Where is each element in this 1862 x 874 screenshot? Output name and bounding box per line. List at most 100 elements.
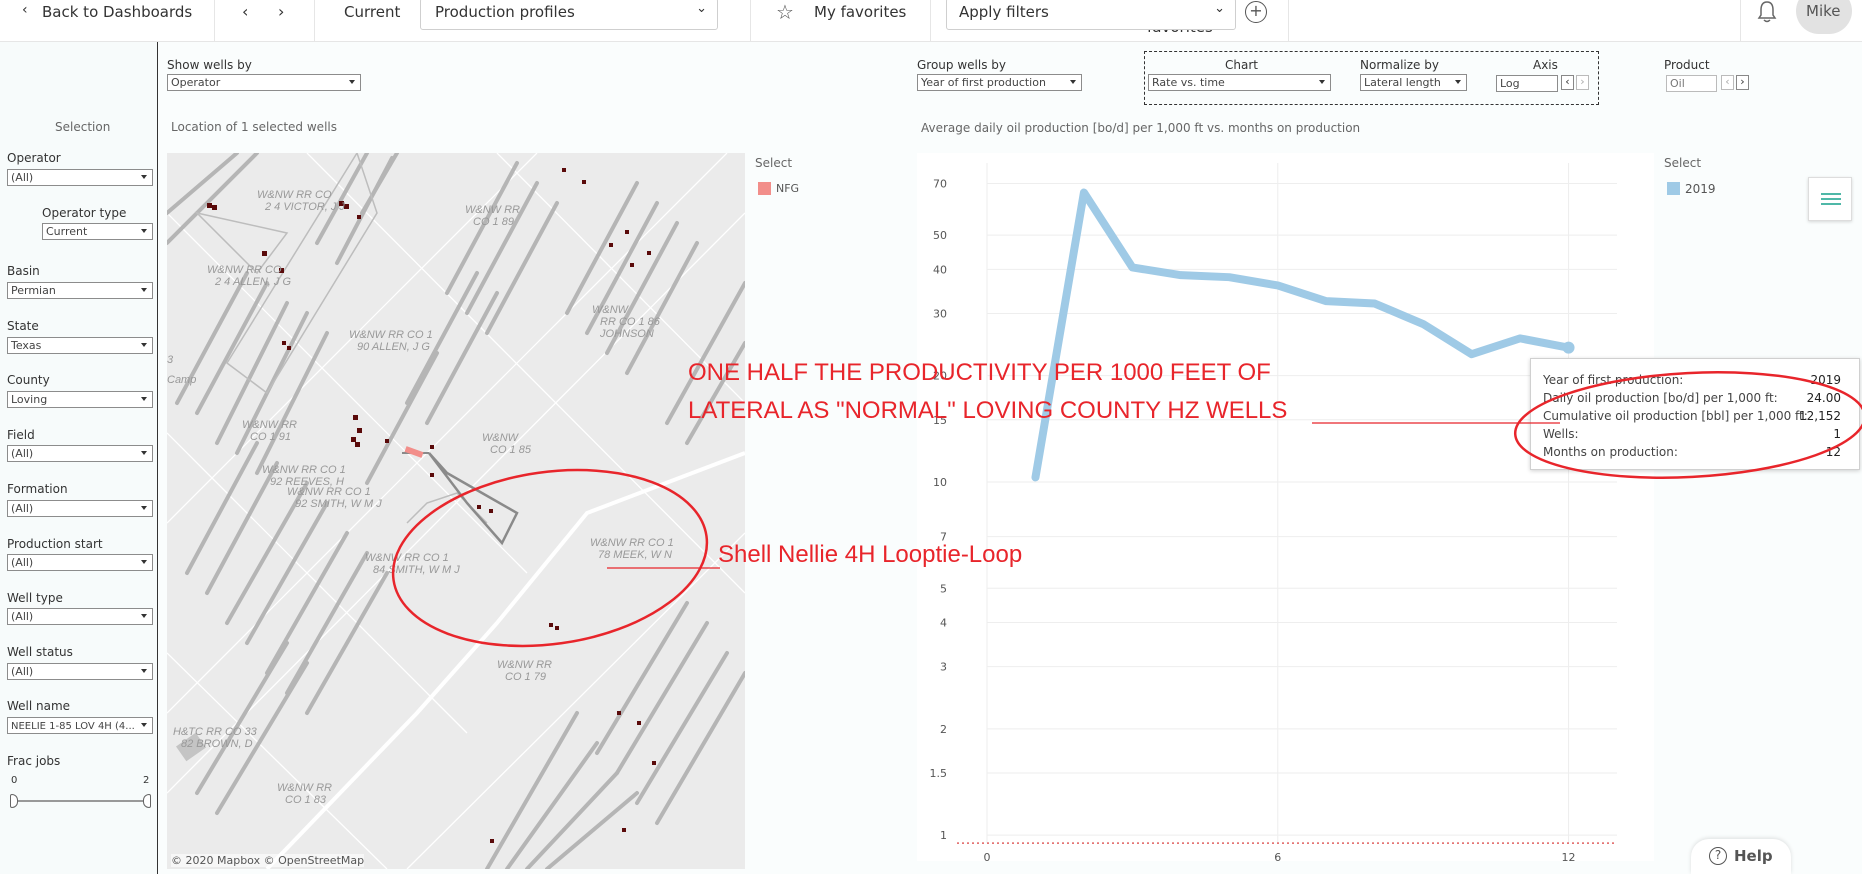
chart-tooltip: Year of first production: 2019 Daily oil … — [1530, 358, 1860, 470]
tooltip-row: Year of first production: 2019 — [1543, 373, 1849, 389]
filter-well-type-select[interactable]: (All) — [7, 608, 153, 625]
next-arrow-icon[interactable]: › — [278, 2, 284, 22]
dropdown-arrow-icon — [141, 397, 147, 401]
filter-label-well-type: Well type — [7, 591, 63, 605]
frac-jobs-label: Frac jobs — [7, 754, 61, 768]
map-survey-label: W&NW RR CO 1 90 ALLEN, J G — [349, 329, 433, 353]
hamburger-icon — [1821, 193, 1841, 205]
tooltip-label: Year of first production: — [1543, 373, 1684, 387]
show-wells-by-select[interactable]: Operator — [167, 74, 361, 91]
axis-prev-button[interactable]: ‹ — [1561, 75, 1574, 90]
tooltip-label: Daily oil production [bo/d] per 1,000 ft… — [1543, 391, 1778, 405]
help-button[interactable]: ? Help — [1691, 839, 1791, 874]
dropdown-arrow-icon — [1319, 80, 1325, 84]
filter-state-select[interactable]: Texas — [7, 337, 153, 354]
normalize-by-select[interactable]: Lateral length — [1360, 74, 1467, 91]
y-tick-label: 1.5 — [930, 767, 948, 780]
filter-label-formation: Formation — [7, 482, 68, 496]
chevron-left-icon: ‹ — [22, 2, 28, 18]
user-avatar[interactable]: Mike — [1796, 0, 1852, 34]
selection-title: Selection — [55, 120, 111, 134]
filter-formation-value: (All) — [11, 502, 34, 515]
filter-field-select[interactable]: (All) — [7, 445, 153, 462]
y-tick-label: 4 — [940, 616, 947, 629]
map-survey-label: W&NW RR CO 1 89 — [465, 204, 520, 228]
dropdown-arrow-icon — [1455, 80, 1461, 84]
add-filter-icon[interactable]: + — [1245, 1, 1267, 23]
map-legend-swatch-nfg[interactable] — [758, 182, 771, 195]
star-icon: ☆ — [776, 0, 794, 24]
axis-next-button[interactable]: › — [1576, 75, 1589, 90]
dropdown-arrow-icon — [141, 506, 147, 510]
filter-production-start-select[interactable]: (All) — [7, 554, 153, 571]
chart-caption: Average daily oil production [bo/d] per … — [921, 121, 1361, 135]
filter-label-basin: Basin — [7, 264, 40, 278]
chart-legend-label-2019[interactable]: 2019 — [1685, 182, 1716, 196]
filter-label-field: Field — [7, 428, 35, 442]
y-tick-label: 40 — [933, 263, 947, 276]
top-navigation-bar: ‹ Back to Dashboards ‹ › Current Product… — [0, 0, 1862, 42]
frac-jobs-slider-max-handle[interactable] — [143, 794, 151, 808]
product-next-button[interactable]: › — [1736, 75, 1749, 90]
product-prev-button[interactable]: ‹ — [1721, 75, 1734, 90]
filter-label-production-start: Production start — [7, 537, 103, 551]
dropdown-arrow-icon — [141, 614, 147, 618]
chart-legend-swatch-2019[interactable] — [1667, 182, 1680, 195]
annotation-headline-line2: LATERAL AS "NORMAL" LOVING COUNTY HZ WEL… — [688, 397, 1288, 424]
chart-type-select[interactable]: Rate vs. time — [1148, 74, 1331, 91]
current-view-dropdown[interactable]: Production profiles ⌄ — [420, 0, 718, 30]
chevron-down-icon: ⌄ — [696, 1, 707, 16]
map-survey-label: W&NW RR CO 1 83 — [277, 782, 332, 806]
axis-label: Axis — [1533, 58, 1558, 72]
x-tick-label: 12 — [1562, 851, 1576, 861]
chart-menu-button[interactable] — [1808, 177, 1852, 221]
filter-production-start-value: (All) — [11, 556, 34, 569]
normalize-by-label: Normalize by — [1360, 58, 1439, 72]
tooltip-label: Cumulative oil production [bbl] per 1,00… — [1543, 409, 1808, 423]
prev-arrow-icon[interactable]: ‹ — [242, 2, 248, 22]
y-tick-label: 5 — [940, 582, 947, 595]
filter-operator-type-value: Current — [46, 225, 88, 238]
map-legend-label-nfg[interactable]: NFG — [776, 182, 799, 195]
divider — [214, 0, 215, 42]
y-tick-label: 30 — [933, 307, 947, 320]
map-survey-label: W&NW CO 1 85 — [482, 432, 532, 456]
filter-label-operator: Operator — [7, 151, 61, 165]
tooltip-value: 24.00 — [1806, 391, 1841, 405]
tooltip-value: 12,152 — [1799, 409, 1841, 423]
filter-basin-select[interactable]: Permian — [7, 282, 153, 299]
apply-filters-dropdown[interactable]: Apply filters ⌄ — [946, 0, 1236, 30]
group-wells-by-select[interactable]: Year of first production — [917, 74, 1082, 91]
group-wells-by-value: Year of first production — [921, 76, 1046, 89]
dropdown-arrow-icon — [141, 723, 147, 727]
filter-basin-value: Permian — [11, 284, 56, 297]
dropdown-arrow-icon — [1070, 80, 1076, 84]
product-select[interactable]: Oil — [1666, 75, 1717, 92]
dropdown-arrow-icon — [141, 343, 147, 347]
production-chart[interactable]: 1 1.5 2 3 4 5 7 10 15 20 30 40 50 70 0 6 12 — [917, 153, 1654, 864]
my-favorites-text[interactable]: My favorites — [814, 2, 906, 22]
filter-county-select[interactable]: Loving — [7, 391, 153, 408]
map-survey-label: W&NW RR CO 1 78 MEEK, W N — [590, 537, 674, 561]
tooltip-row: Daily oil production [bo/d] per 1,000 ft… — [1543, 391, 1849, 407]
product-label: Product — [1664, 58, 1710, 72]
tooltip-label: Months on production: — [1543, 445, 1678, 459]
help-icon: ? — [1709, 847, 1727, 865]
bell-icon[interactable] — [1756, 0, 1778, 24]
filter-well-status-select[interactable]: (All) — [7, 663, 153, 680]
frac-jobs-slider-track[interactable] — [12, 800, 150, 802]
filter-operator-type-select[interactable]: Current — [42, 223, 153, 240]
back-to-dashboards-label: Back to Dashboards — [42, 3, 193, 21]
filter-operator-select[interactable]: (All) — [7, 169, 153, 186]
divider — [750, 0, 751, 42]
tooltip-value: 2019 — [1810, 373, 1841, 387]
filter-well-name-select[interactable]: NEELIE 1-85 LOV 4H (4... — [7, 717, 153, 734]
filter-label-well-status: Well status — [7, 645, 73, 659]
tooltip-value: 12 — [1825, 445, 1841, 459]
tooltip-value: 1 — [1833, 427, 1841, 441]
dropdown-arrow-icon — [349, 80, 355, 84]
annotation-headline-line1: ONE HALF THE PRODUCTIVITY PER 1000 FEET … — [688, 359, 1271, 386]
filter-formation-select[interactable]: (All) — [7, 500, 153, 517]
well-location-map[interactable]: W&NW RR CO 2 4 VICTOR, J J W&NW RR CO 1 89 W… — [167, 153, 745, 869]
axis-select[interactable]: Log — [1496, 75, 1558, 92]
